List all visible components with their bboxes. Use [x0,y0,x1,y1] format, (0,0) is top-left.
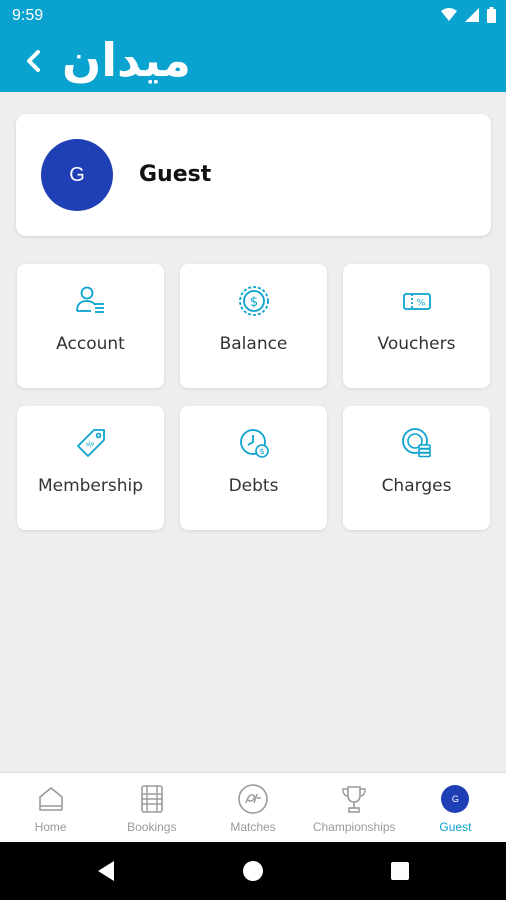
back-triangle-icon[interactable] [94,858,120,884]
recents-square-icon[interactable] [387,858,413,884]
wifi-icon [441,8,457,21]
status-icons [441,7,496,23]
play-icon [238,784,268,814]
account-label: Account [56,334,125,354]
back-button[interactable] [18,46,48,76]
nav-label-guest: Guest [439,820,472,834]
signal-icon [465,8,479,22]
debts-label: Debts [228,476,279,496]
nav-item-championships[interactable]: Championships [304,773,405,842]
battery-icon [487,7,496,23]
bottom-nav: Home Bookings Matches Championships G Gu… [0,772,506,842]
nav-label-championships: Championships [312,820,396,834]
status-bar: 9:59 [0,0,506,32]
avatar: G [41,139,113,211]
app-bar: ميدان [0,32,506,92]
nav-item-home[interactable]: Home [0,773,101,842]
voucher-icon: % [402,293,431,310]
coins-stack-icon [401,428,431,458]
nav-item-bookings[interactable]: Bookings [101,773,202,842]
balance-label: Balance [219,334,288,354]
vouchers-label: Vouchers [377,334,456,354]
home-circle-icon[interactable] [240,858,266,884]
avatar-icon: G [441,785,470,813]
svg-text:$: $ [249,295,257,310]
vouchers-tile[interactable]: % Vouchers [343,264,490,388]
account-tile[interactable]: Account [17,264,164,388]
coin-icon: $ [238,286,269,316]
nav-label-matches: Matches [230,820,276,834]
debts-tile[interactable]: $ Debts [180,406,327,530]
nav-label-bookings: Bookings [127,820,177,834]
nav-avatar-initial: G [451,794,459,804]
balance-tile[interactable]: $ Balance [180,264,327,388]
chevron-left-icon [27,50,40,72]
membership-tile[interactable]: % Membership [17,406,164,530]
svg-text:%: % [416,299,425,309]
status-time: 9:59 [12,7,44,24]
charges-label: Charges [381,476,452,496]
profile-card[interactable]: G Guest [16,114,491,236]
app-logo: ميدان [62,33,191,87]
tag-icon: % [76,429,105,457]
home-icon [38,787,63,811]
membership-label: Membership [37,476,144,496]
user-list-icon [75,286,104,313]
profile-name: Guest [139,162,212,187]
clock-money-icon: $ [239,429,269,458]
nav-label-home: Home [34,820,67,834]
charges-tile[interactable]: Charges [343,406,490,530]
nav-item-matches[interactable]: Matches [202,773,303,842]
bookings-icon [140,785,163,813]
nav-item-guest[interactable]: G Guest [405,773,506,842]
system-nav-bar [0,842,506,900]
svg-text:$: $ [259,447,264,456]
trophy-icon [342,786,366,813]
